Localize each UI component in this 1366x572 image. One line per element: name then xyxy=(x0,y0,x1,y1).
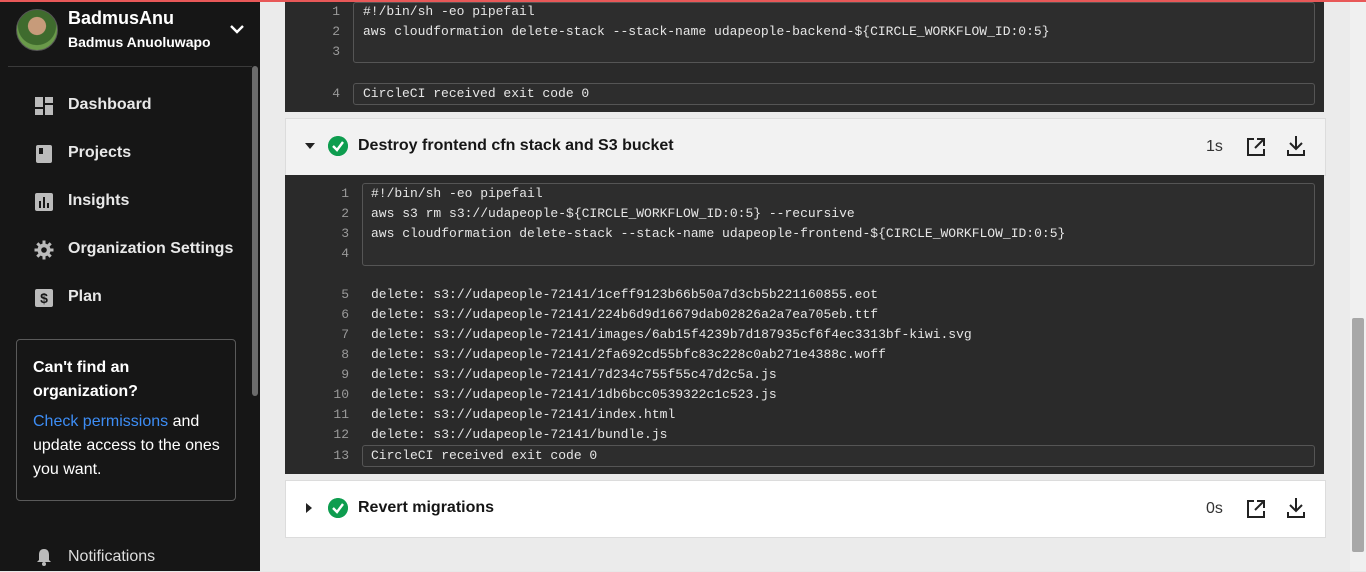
download-icon[interactable] xyxy=(1286,497,1306,519)
open-external-icon[interactable] xyxy=(1246,499,1266,519)
chevron-down-icon[interactable] xyxy=(228,20,246,38)
open-external-icon[interactable] xyxy=(1246,137,1266,157)
sidebar-item-organization-settings[interactable]: Organization Settings xyxy=(0,230,250,270)
gear-icon xyxy=(34,240,54,260)
log-line: delete: s3://udapeople-72141/bundle.js xyxy=(371,427,668,442)
line-number: 5 xyxy=(341,287,349,302)
sidebar-item-dashboard[interactable]: Dashboard xyxy=(0,86,250,126)
log-line: aws cloudformation delete-stack --stack-… xyxy=(371,226,1066,241)
user-menu[interactable]: BadmusAnu Badmus Anuoluwapo xyxy=(16,8,256,52)
log-line: delete: s3://udapeople-72141/index.html xyxy=(371,407,676,422)
sidebar: BadmusAnu Badmus Anuoluwapo Dashboard Pr… xyxy=(0,0,260,571)
sidebar-item-projects[interactable]: Projects xyxy=(0,134,250,174)
sidebar-item-label: Insights xyxy=(68,192,130,209)
exit-code-line: CircleCI received exit code 0 xyxy=(363,86,590,101)
help-card-body: Check permissions and update access to t… xyxy=(33,410,223,482)
insights-icon xyxy=(35,193,53,211)
line-number: 11 xyxy=(333,407,349,422)
line-number: 3 xyxy=(341,226,349,241)
step-output-backend: 1 #!/bin/sh -eo pipefail 2 aws cloudform… xyxy=(285,0,1324,112)
line-number: 2 xyxy=(332,24,340,39)
line-number: 10 xyxy=(333,387,349,402)
log-line: aws s3 rm s3://udapeople-${CIRCLE_WORKFL… xyxy=(371,206,855,221)
exit-code-line: CircleCI received exit code 0 xyxy=(371,448,598,463)
line-number: 4 xyxy=(332,86,340,101)
line-number: 12 xyxy=(333,427,349,442)
line-number: 8 xyxy=(341,347,349,362)
line-number: 9 xyxy=(341,367,349,382)
scrollbar-thumb[interactable] xyxy=(1352,318,1364,552)
line-number: 6 xyxy=(341,307,349,322)
sidebar-scrollbar[interactable] xyxy=(252,66,258,396)
log-line: aws cloudformation delete-stack --stack-… xyxy=(363,24,1050,39)
line-number: 13 xyxy=(333,448,349,463)
sidebar-item-notifications[interactable]: Notifications xyxy=(0,540,250,572)
help-card-title: Can't find an organization? xyxy=(33,359,138,400)
check-permissions-link[interactable]: Check permissions xyxy=(33,413,168,430)
log-line: delete: s3://udapeople-72141/1ceff9123b6… xyxy=(371,287,879,302)
dollar-icon: $ xyxy=(35,289,53,307)
log-line: delete: s3://udapeople-72141/1db6bcc0539… xyxy=(371,387,777,402)
line-number: 3 xyxy=(332,44,340,59)
line-number: 1 xyxy=(332,4,340,19)
log-line: #!/bin/sh -eo pipefail xyxy=(371,186,543,201)
help-card: Can't find an organization? Check permis… xyxy=(16,339,236,501)
page-scrollbar[interactable] xyxy=(1350,0,1366,571)
sidebar-item-label: Plan xyxy=(68,288,102,305)
sidebar-divider xyxy=(8,66,252,67)
log-line: delete: s3://udapeople-72141/images/6ab1… xyxy=(371,327,972,342)
svg-text:$: $ xyxy=(40,290,48,306)
username: BadmusAnu xyxy=(68,8,175,28)
step-destroy-frontend[interactable]: Destroy frontend cfn stack and S3 bucket… xyxy=(285,118,1326,176)
user-full-name: Badmus Anuoluwapo xyxy=(68,34,211,50)
success-check-icon xyxy=(328,498,348,518)
caret-down-icon[interactable] xyxy=(304,141,316,151)
log-line: delete: s3://udapeople-72141/7d234c755f5… xyxy=(371,367,777,382)
projects-icon xyxy=(36,145,52,163)
sidebar-item-label: Organization Settings xyxy=(68,240,234,257)
line-number: 1 xyxy=(341,186,349,201)
bell-icon xyxy=(37,549,51,566)
line-number: 7 xyxy=(341,327,349,342)
caret-right-icon[interactable] xyxy=(304,502,314,514)
top-accent-line xyxy=(0,0,1366,2)
sidebar-item-label: Projects xyxy=(68,144,132,161)
log-line: delete: s3://udapeople-72141/224b6d9d166… xyxy=(371,307,879,322)
log-line: delete: s3://udapeople-72141/2fa692cd55b… xyxy=(371,347,886,362)
sidebar-item-label: Notifications xyxy=(68,548,156,565)
success-check-icon xyxy=(328,136,348,156)
sidebar-item-insights[interactable]: Insights xyxy=(0,182,250,222)
job-steps-panel: 1 #!/bin/sh -eo pipefail 2 aws cloudform… xyxy=(260,0,1350,571)
log-line: #!/bin/sh -eo pipefail xyxy=(363,4,535,19)
line-number: 4 xyxy=(341,246,349,261)
step-title: Destroy frontend cfn stack and S3 bucket xyxy=(358,137,674,154)
avatar[interactable] xyxy=(16,9,58,51)
step-duration: 1s xyxy=(1206,138,1223,155)
download-icon[interactable] xyxy=(1286,135,1306,157)
step-title: Revert migrations xyxy=(358,499,495,516)
step-duration: 0s xyxy=(1206,500,1223,517)
dashboard-icon xyxy=(35,97,53,115)
line-number: 2 xyxy=(341,206,349,221)
sidebar-item-plan[interactable]: $ Plan xyxy=(0,278,250,318)
step-revert-migrations[interactable]: Revert migrations 0s xyxy=(285,480,1326,538)
step-output-frontend: 1 #!/bin/sh -eo pipefail 2 aws s3 rm s3:… xyxy=(285,175,1324,474)
sidebar-item-label: Dashboard xyxy=(68,96,152,113)
